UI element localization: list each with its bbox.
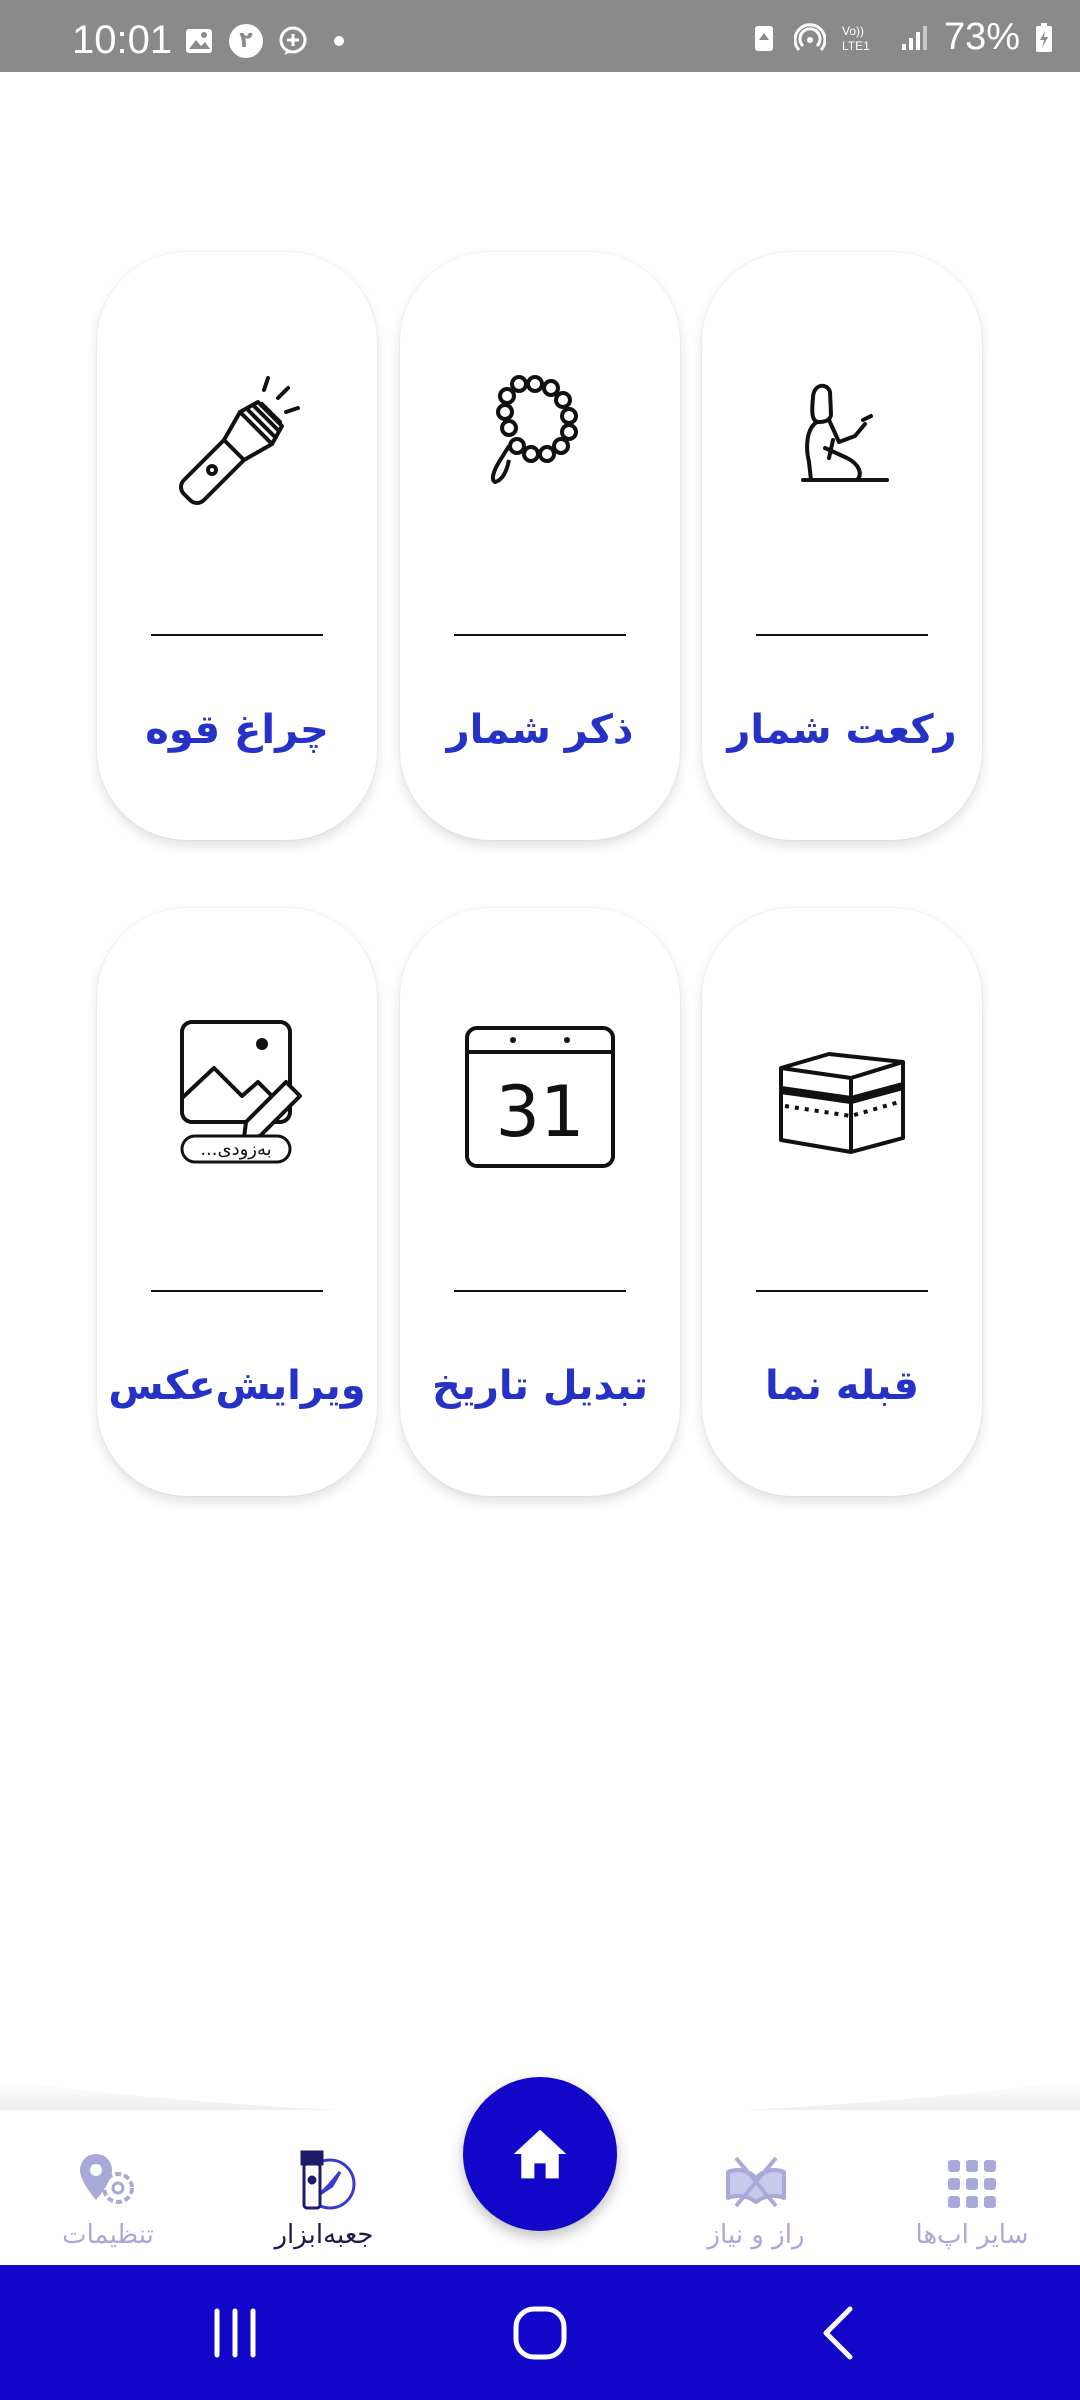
photo-edit-icon: به‌زودی...: [180, 1020, 302, 1164]
tool-card-rakat[interactable]: رکعت شمار: [702, 252, 982, 840]
home-icon: [513, 2129, 567, 2179]
calendar-icon: 31: [465, 1026, 615, 1168]
tool-label: تبدیل تاریخ: [431, 1363, 648, 1409]
tool-label: قبله نما: [765, 1363, 919, 1409]
nav-label: جعبه‌ابزار: [274, 2220, 374, 2250]
home-button[interactable]: [463, 2077, 617, 2231]
settings-location-icon: [80, 2154, 134, 2204]
tool-label: رکعت شمار: [727, 707, 957, 753]
card-divider: [454, 634, 626, 636]
calendar-number: 31: [495, 1071, 584, 1153]
tools-grid: رکعت شمار ذکر شمار چراغ قوه قبله نما 31 …: [0, 0, 1080, 1600]
prayer-person-icon: [801, 383, 889, 482]
system-navigation-bar: [0, 2265, 1080, 2400]
tool-card-date-convert[interactable]: 31 تبدیل تاریخ: [400, 908, 680, 1496]
card-divider: [151, 634, 323, 636]
recent-apps-icon[interactable]: [205, 2303, 265, 2363]
coming-soon-badge: به‌زودی...: [200, 1139, 271, 1160]
tool-card-zekr[interactable]: ذکر شمار: [400, 252, 680, 840]
back-icon[interactable]: [810, 2303, 870, 2363]
nav-label: تنظیمات: [62, 2220, 154, 2250]
nav-label: راز و نیاز: [707, 2220, 805, 2250]
tool-card-qibla[interactable]: قبله نما: [702, 908, 982, 1496]
flashlight-icon: [179, 376, 300, 505]
nav-item-other-apps[interactable]: سایر اپ‌ها: [872, 2150, 1072, 2250]
card-divider: [756, 634, 928, 636]
tool-label: ذکر شمار: [446, 707, 634, 753]
card-divider: [151, 1290, 323, 1292]
tool-label: چراغ قوه: [145, 707, 329, 753]
card-divider: [756, 1290, 928, 1292]
kaaba-icon: [779, 1052, 905, 1154]
card-divider: [454, 1290, 626, 1292]
nav-label: سایر اپ‌ها: [915, 2220, 1029, 2250]
nav-item-raz-niaz[interactable]: راز و نیاز: [656, 2150, 856, 2250]
prayer-beads-icon: [490, 375, 578, 485]
apps-grid-icon: [948, 2160, 996, 2208]
toolbox-icon: [300, 2150, 356, 2210]
nav-item-settings[interactable]: تنظیمات: [8, 2150, 208, 2250]
tool-label: ویرایش‌عکس: [108, 1363, 366, 1409]
nav-item-toolbox[interactable]: جعبه‌ابزار: [224, 2150, 424, 2250]
tool-card-photo-edit[interactable]: به‌زودی... ویرایش‌عکس: [97, 908, 377, 1496]
tool-card-flashlight[interactable]: چراغ قوه: [97, 252, 377, 840]
quran-icon: [726, 2156, 786, 2208]
home-system-icon[interactable]: [510, 2303, 570, 2363]
